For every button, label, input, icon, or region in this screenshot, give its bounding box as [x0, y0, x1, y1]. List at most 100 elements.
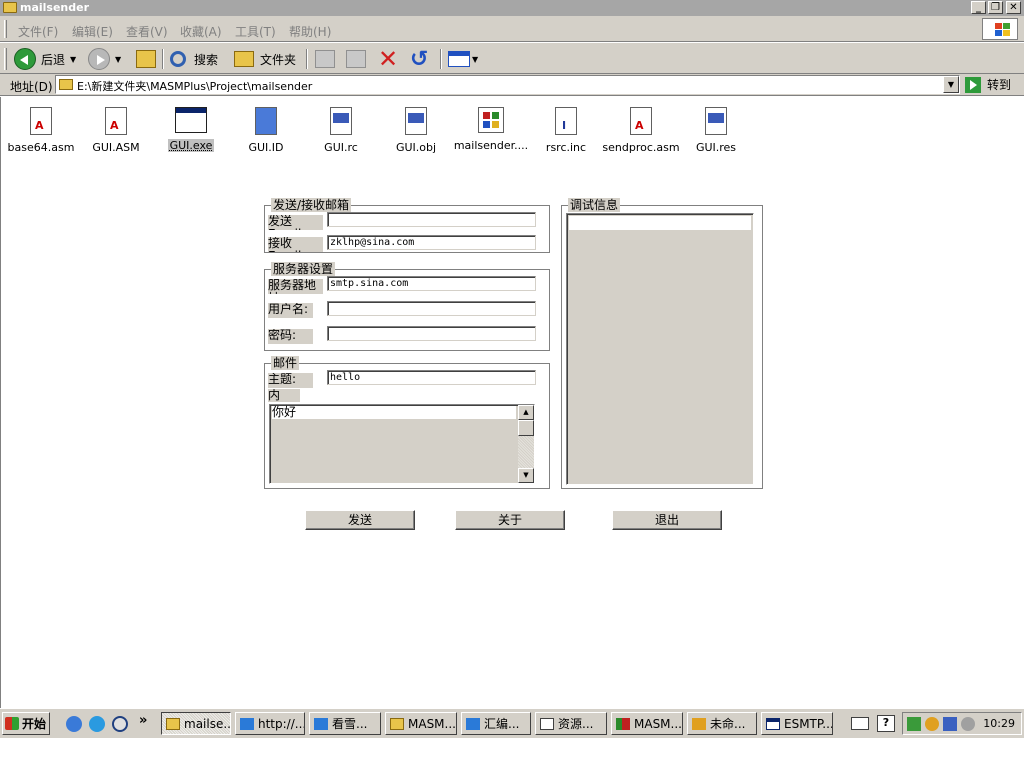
help-icon[interactable]: ?	[877, 715, 895, 732]
undo-icon: ↺	[410, 46, 429, 72]
network-icon[interactable]	[907, 717, 921, 731]
file-item[interactable]: GUI.ASM	[76, 107, 156, 154]
asm-file-icon	[630, 107, 652, 135]
monitor-icon[interactable]	[943, 717, 957, 731]
send-button[interactable]: 发送	[305, 510, 415, 530]
menu-favorites[interactable]: 收藏(A)	[180, 23, 222, 40]
menu-help[interactable]: 帮助(H)	[289, 23, 331, 40]
id-file-icon	[255, 107, 277, 135]
address-dropdown-icon[interactable]: ▼	[943, 76, 959, 93]
file-item[interactable]: sendproc.asm	[601, 107, 681, 154]
views-dropdown-icon[interactable]: ▼	[472, 55, 478, 64]
scroll-down-icon[interactable]: ▼	[518, 468, 534, 483]
task-label: MASM...	[634, 716, 682, 731]
up-folder-button[interactable]	[136, 47, 156, 71]
file-name: GUI.ID	[248, 141, 284, 154]
forward-button[interactable]: ▼	[88, 47, 121, 71]
recv-email-input[interactable]: zklhp@sina.com	[327, 235, 536, 250]
menu-view[interactable]: 查看(V)	[126, 23, 168, 40]
user-input[interactable]	[327, 301, 536, 316]
restore-button[interactable]: ❐	[988, 1, 1003, 14]
folders-label: 文件夹	[260, 52, 297, 67]
file-name: GUI.rc	[324, 141, 358, 154]
password-input[interactable]	[327, 326, 536, 341]
about-button[interactable]: 关于	[455, 510, 565, 530]
forward-arrow-icon	[88, 48, 110, 70]
volume-icon[interactable]	[961, 717, 975, 731]
subject-input[interactable]: hello	[327, 370, 536, 385]
qq-icon[interactable]	[66, 716, 82, 732]
address-label: 地址(D)	[10, 80, 53, 94]
qq-tray-icon[interactable]	[925, 717, 939, 731]
task-button[interactable]: 未命...	[687, 712, 757, 735]
file-item[interactable]: GUI.ID	[226, 107, 306, 154]
rc-file-icon	[330, 107, 352, 135]
address-input[interactable]: E:\新建文件夹\MASMPlus\Project\mailsender ▼	[55, 75, 960, 94]
toolbar-separator	[440, 49, 442, 69]
scroll-up-icon[interactable]: ▲	[518, 405, 534, 420]
file-name: base64.asm	[7, 141, 75, 154]
move-to-button[interactable]	[315, 47, 335, 71]
task-button[interactable]: 看雪...	[309, 712, 381, 735]
undo-button[interactable]: ↺	[410, 46, 429, 72]
keyboard-icon[interactable]	[851, 717, 869, 730]
debug-list-row	[569, 216, 751, 230]
task-button[interactable]: MASM...	[611, 712, 683, 735]
go-button[interactable]: 转到	[965, 75, 1011, 94]
title-bar[interactable]: mailsender _ ❐ ✕	[0, 0, 1024, 16]
exit-button[interactable]: 退出	[612, 510, 722, 530]
file-name: GUI.res	[695, 141, 737, 154]
task-button[interactable]: http://...	[235, 712, 305, 735]
back-button[interactable]: 后退 ▼	[14, 47, 76, 71]
start-button[interactable]: 开始	[2, 712, 50, 735]
file-item[interactable]: mailsender....	[451, 107, 531, 152]
task-button[interactable]: 资源...	[535, 712, 607, 735]
minimize-button[interactable]: _	[971, 1, 986, 14]
forward-dropdown-icon[interactable]: ▼	[115, 55, 121, 64]
menu-file[interactable]: 文件(F)	[18, 23, 58, 40]
task-button[interactable]: 汇编...	[461, 712, 531, 735]
media-player-icon[interactable]	[112, 716, 128, 732]
task-button[interactable]: MASM...	[385, 712, 457, 735]
task-label: mailse...	[184, 716, 231, 731]
application-icon	[478, 107, 504, 133]
content-textarea[interactable]: 你好 ▲ ▼	[269, 404, 535, 484]
task-label: 资源...	[558, 717, 594, 731]
close-button[interactable]: ✕	[1006, 1, 1021, 14]
content-scrollbar[interactable]: ▲ ▼	[518, 405, 534, 483]
file-item-selected[interactable]: GUI.exe	[151, 107, 231, 152]
file-item[interactable]: base64.asm	[1, 107, 81, 154]
file-item[interactable]: GUI.rc	[301, 107, 381, 154]
debug-list[interactable]	[566, 213, 754, 485]
taskbar: 开始 » mailse... http://... 看雪... MASM... …	[0, 708, 1024, 738]
folders-button[interactable]: 文件夹	[234, 47, 296, 71]
clock[interactable]: 10:29	[983, 717, 1015, 730]
task-button[interactable]: ESMTP...	[761, 712, 833, 735]
menu-edit[interactable]: 编辑(E)	[72, 23, 113, 40]
file-name: mailsender....	[453, 139, 529, 152]
ie-icon[interactable]	[89, 716, 105, 732]
file-item[interactable]: GUI.res	[676, 107, 756, 154]
toolbar-grip	[4, 48, 7, 70]
delete-button[interactable]: ✕	[378, 45, 398, 73]
quicklaunch-more-icon[interactable]: »	[139, 713, 147, 728]
back-dropdown-icon[interactable]: ▼	[70, 55, 76, 64]
scroll-thumb[interactable]	[518, 420, 534, 436]
menu-tools[interactable]: 工具(T)	[235, 23, 276, 40]
password-label: 密码:	[268, 329, 313, 344]
asm-file-icon	[30, 107, 52, 135]
back-arrow-icon	[14, 48, 36, 70]
task-button-active[interactable]: mailse...	[161, 712, 231, 735]
file-item[interactable]: GUI.obj	[376, 107, 456, 154]
folders-icon	[234, 51, 254, 67]
folder-content[interactable]: base64.asm GUI.ASM GUI.exe GUI.ID GUI.rc…	[0, 97, 1024, 708]
views-button[interactable]: ▼	[448, 47, 478, 71]
file-name: GUI.exe	[167, 139, 215, 152]
windows-flag-icon	[5, 717, 19, 730]
file-item[interactable]: rsrc.inc	[526, 107, 606, 154]
server-input[interactable]: smtp.sina.com	[327, 276, 536, 291]
copy-to-button[interactable]	[346, 47, 366, 71]
search-button[interactable]: 搜索	[170, 47, 218, 71]
user-label: 用户名:	[268, 303, 313, 318]
send-email-input[interactable]	[327, 212, 536, 227]
